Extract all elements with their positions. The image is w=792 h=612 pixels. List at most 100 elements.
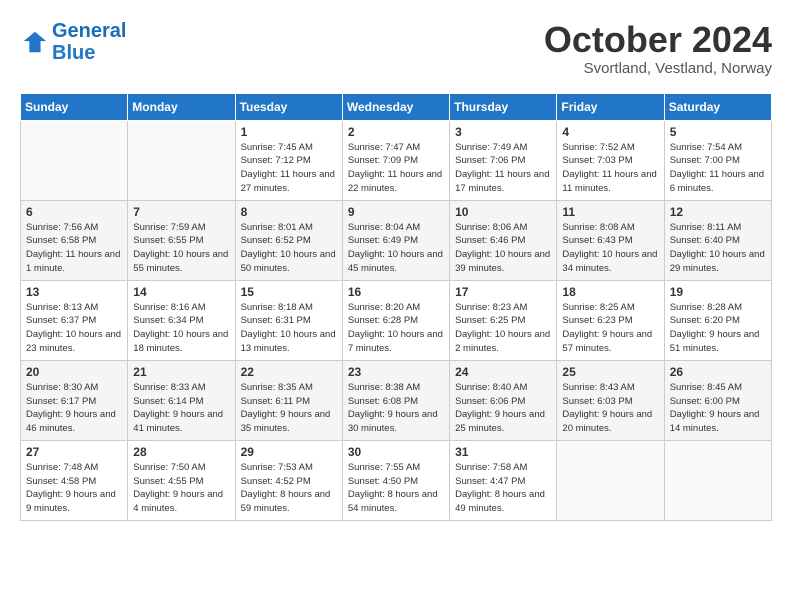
- calendar-table: SundayMondayTuesdayWednesdayThursdayFrid…: [20, 93, 772, 521]
- calendar-cell: 18Sunrise: 8:25 AM Sunset: 6:23 PM Dayli…: [557, 280, 664, 360]
- calendar-cell: 14 Sunrise: 8:16 AM Sunset: 6:34 PM Dayli…: [128, 280, 235, 360]
- day-info: Sunrise: 7:59 AM Sunset: 6:55 PM Dayligh…: [133, 221, 229, 276]
- day-info: Sunrise: 7:53 AM Sunset: 4:52 PM Dayligh…: [241, 461, 337, 516]
- day-info: Sunrise: 7:55 AM Sunset: 4:50 PM Dayligh…: [348, 461, 444, 516]
- col-header-friday: Friday: [557, 93, 664, 120]
- day-info: Sunrise: 7:52 AM Sunset: 7:03 PM Dayligh…: [562, 141, 658, 196]
- day-info: Sunrise: 8:43 AM Sunset: 6:03 PM Dayligh…: [562, 381, 658, 436]
- day-number: 19: [670, 285, 766, 299]
- day-info: Sunrise: 8:04 AM Sunset: 6:49 PM Dayligh…: [348, 221, 444, 276]
- day-info: Sunrise: 8:13 AM Sunset: 6:37 PM Dayligh…: [26, 301, 122, 356]
- calendar-cell: 11 Sunrise: 8:08 AM Sunset: 6:43 PM Dayli…: [557, 200, 664, 280]
- day-info: Sunrise: 8:28 AM Sunset: 6:20 PM Dayligh…: [670, 301, 766, 356]
- day-info: Sunrise: 8:18 AM Sunset: 6:31 PM Dayligh…: [241, 301, 337, 356]
- day-number: 31: [455, 445, 551, 459]
- col-header-tuesday: Tuesday: [235, 93, 342, 120]
- calendar-cell: 10 Sunrise: 8:06 AM Sunset: 6:46 PM Dayli…: [450, 200, 557, 280]
- calendar-cell: 9 Sunrise: 8:04 AM Sunset: 6:49 PM Daylig…: [342, 200, 449, 280]
- calendar-cell: 7 Sunrise: 7:59 AM Sunset: 6:55 PM Daylig…: [128, 200, 235, 280]
- day-info: Sunrise: 8:08 AM Sunset: 6:43 PM Dayligh…: [562, 221, 658, 276]
- day-info: Sunrise: 7:48 AM Sunset: 4:58 PM Dayligh…: [26, 461, 122, 516]
- day-info: Sunrise: 7:47 AM Sunset: 7:09 PM Dayligh…: [348, 141, 444, 196]
- day-number: 14: [133, 285, 229, 299]
- day-info: Sunrise: 8:30 AM Sunset: 6:17 PM Dayligh…: [26, 381, 122, 436]
- day-info: Sunrise: 8:33 AM Sunset: 6:14 PM Dayligh…: [133, 381, 229, 436]
- day-info: Sunrise: 8:38 AM Sunset: 6:08 PM Dayligh…: [348, 381, 444, 436]
- calendar-cell: 29Sunrise: 7:53 AM Sunset: 4:52 PM Dayli…: [235, 440, 342, 520]
- location-subtitle: Svortland, Vestland, Norway: [544, 60, 772, 77]
- day-number: 4: [562, 125, 658, 139]
- day-number: 20: [26, 365, 122, 379]
- day-number: 22: [241, 365, 337, 379]
- calendar-cell: 12Sunrise: 8:11 AM Sunset: 6:40 PM Dayli…: [664, 200, 771, 280]
- calendar-cell: 16Sunrise: 8:20 AM Sunset: 6:28 PM Dayli…: [342, 280, 449, 360]
- col-header-monday: Monday: [128, 93, 235, 120]
- col-header-sunday: Sunday: [21, 93, 128, 120]
- day-number: 28: [133, 445, 229, 459]
- calendar-cell: 17 Sunrise: 8:23 AM Sunset: 6:25 PM Dayli…: [450, 280, 557, 360]
- day-number: 9: [348, 205, 444, 219]
- day-number: 17: [455, 285, 551, 299]
- day-number: 5: [670, 125, 766, 139]
- day-number: 25: [562, 365, 658, 379]
- day-info: Sunrise: 8:01 AM Sunset: 6:52 PM Dayligh…: [241, 221, 337, 276]
- day-info: Sunrise: 8:35 AM Sunset: 6:11 PM Dayligh…: [241, 381, 337, 436]
- day-number: 2: [348, 125, 444, 139]
- calendar-cell: 28 Sunrise: 7:50 AM Sunset: 4:55 PM Dayli…: [128, 440, 235, 520]
- calendar-cell: 19 Sunrise: 8:28 AM Sunset: 6:20 PM Dayli…: [664, 280, 771, 360]
- day-number: 21: [133, 365, 229, 379]
- day-number: 1: [241, 125, 337, 139]
- col-header-wednesday: Wednesday: [342, 93, 449, 120]
- day-number: 8: [241, 205, 337, 219]
- day-number: 16: [348, 285, 444, 299]
- day-number: 12: [670, 205, 766, 219]
- day-number: 18: [562, 285, 658, 299]
- day-number: 30: [348, 445, 444, 459]
- day-number: 27: [26, 445, 122, 459]
- day-info: Sunrise: 8:45 AM Sunset: 6:00 PM Dayligh…: [670, 381, 766, 436]
- day-info: Sunrise: 8:23 AM Sunset: 6:25 PM Dayligh…: [455, 301, 551, 356]
- day-info: Sunrise: 7:56 AM Sunset: 6:58 PM Dayligh…: [26, 221, 122, 276]
- day-number: 15: [241, 285, 337, 299]
- day-number: 3: [455, 125, 551, 139]
- day-number: 7: [133, 205, 229, 219]
- calendar-cell: 23 Sunrise: 8:38 AM Sunset: 6:08 PM Dayli…: [342, 360, 449, 440]
- logo-text: General Blue: [52, 20, 126, 64]
- calendar-cell: 15 Sunrise: 8:18 AM Sunset: 6:31 PM Dayli…: [235, 280, 342, 360]
- calendar-cell: 1 Sunrise: 7:45 AM Sunset: 7:12 PM Daylig…: [235, 120, 342, 200]
- calendar-cell: 22 Sunrise: 8:35 AM Sunset: 6:11 PM Dayli…: [235, 360, 342, 440]
- calendar-cell: 24 Sunrise: 8:40 AM Sunset: 6:06 PM Dayli…: [450, 360, 557, 440]
- calendar-cell: 31 Sunrise: 7:58 AM Sunset: 4:47 PM Dayli…: [450, 440, 557, 520]
- month-title: October 2024: [544, 20, 772, 60]
- day-info: Sunrise: 7:49 AM Sunset: 7:06 PM Dayligh…: [455, 141, 551, 196]
- page-header: General Blue October 2024 Svortland, Ves…: [20, 20, 772, 77]
- day-info: Sunrise: 8:16 AM Sunset: 6:34 PM Dayligh…: [133, 301, 229, 356]
- day-number: 13: [26, 285, 122, 299]
- calendar-cell: 25 Sunrise: 8:43 AM Sunset: 6:03 PM Dayli…: [557, 360, 664, 440]
- col-header-thursday: Thursday: [450, 93, 557, 120]
- calendar-cell: [557, 440, 664, 520]
- day-number: 11: [562, 205, 658, 219]
- calendar-cell: [664, 440, 771, 520]
- calendar-cell: 3 Sunrise: 7:49 AM Sunset: 7:06 PM Daylig…: [450, 120, 557, 200]
- calendar-cell: 26 Sunrise: 8:45 AM Sunset: 6:00 PM Dayli…: [664, 360, 771, 440]
- day-info: Sunrise: 7:54 AM Sunset: 7:00 PM Dayligh…: [670, 141, 766, 196]
- day-number: 23: [348, 365, 444, 379]
- calendar-cell: 8 Sunrise: 8:01 AM Sunset: 6:52 PM Daylig…: [235, 200, 342, 280]
- day-info: Sunrise: 7:50 AM Sunset: 4:55 PM Dayligh…: [133, 461, 229, 516]
- logo: General Blue: [20, 20, 126, 64]
- title-block: October 2024 Svortland, Vestland, Norway: [544, 20, 772, 77]
- calendar-cell: 4 Sunrise: 7:52 AM Sunset: 7:03 PM Daylig…: [557, 120, 664, 200]
- day-info: Sunrise: 8:06 AM Sunset: 6:46 PM Dayligh…: [455, 221, 551, 276]
- logo-icon: [20, 28, 48, 56]
- day-info: Sunrise: 7:45 AM Sunset: 7:12 PM Dayligh…: [241, 141, 337, 196]
- day-number: 10: [455, 205, 551, 219]
- calendar-cell: 30 Sunrise: 7:55 AM Sunset: 4:50 PM Dayli…: [342, 440, 449, 520]
- calendar-cell: 2 Sunrise: 7:47 AM Sunset: 7:09 PM Daylig…: [342, 120, 449, 200]
- calendar-cell: 6Sunrise: 7:56 AM Sunset: 6:58 PM Daylig…: [21, 200, 128, 280]
- day-number: 26: [670, 365, 766, 379]
- day-number: 24: [455, 365, 551, 379]
- day-info: Sunrise: 8:40 AM Sunset: 6:06 PM Dayligh…: [455, 381, 551, 436]
- day-info: Sunrise: 7:58 AM Sunset: 4:47 PM Dayligh…: [455, 461, 551, 516]
- calendar-cell: 13 Sunrise: 8:13 AM Sunset: 6:37 PM Dayli…: [21, 280, 128, 360]
